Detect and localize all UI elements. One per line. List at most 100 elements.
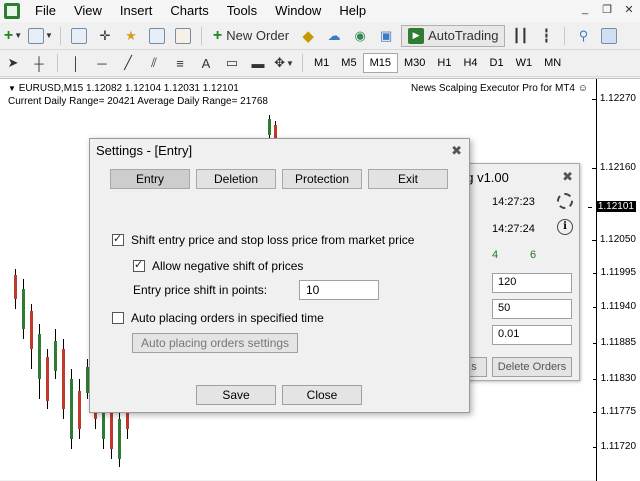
tf-mn[interactable]: MN [538,53,567,73]
price-label: 1.11940 [592,301,636,312]
arrows-button[interactable]: ✥ ▼ [273,52,295,74]
tf-m1[interactable]: M1 [308,53,335,73]
candle-body [110,409,113,449]
data-window-button[interactable]: ✛ [94,25,116,47]
auto-place-label: Auto placing orders in specified time [131,311,324,325]
candle-body [78,391,81,429]
metaeditor-button[interactable]: ◆ [297,25,319,47]
ea-input-1[interactable]: 120 [492,273,572,293]
auto-place-row[interactable]: Auto placing orders in specified time [112,311,324,325]
menu-view[interactable]: View [65,0,111,22]
close-button[interactable]: Close [282,385,362,405]
separator [57,54,58,72]
arrows-icon: ✥ [274,55,285,70]
play-icon: ▶ [408,27,425,44]
tab-exit[interactable]: Exit [368,169,448,189]
tf-w1[interactable]: W1 [510,53,539,73]
tf-h4[interactable]: H4 [457,53,483,73]
vps-button[interactable]: ◉ [349,25,371,47]
metaeditor-icon: ◆ [302,27,314,45]
strategy-tester-button[interactable] [172,25,194,47]
crosshair-icon: ┼ [34,55,44,71]
tf-m5[interactable]: M5 [335,53,362,73]
signals-button[interactable]: ☁ [323,25,345,47]
menu-tools[interactable]: Tools [218,0,266,22]
tab-deletion[interactable]: Deletion [196,169,276,189]
equidistant-channel-button[interactable]: ⫽ [143,52,165,74]
market-button[interactable]: ▣ [375,25,397,47]
cursor-button[interactable]: ➤ [2,52,24,74]
price-label: 1.12160 [591,162,636,173]
menu-charts[interactable]: Charts [161,0,217,22]
count-value: 4 [492,249,499,261]
tab-entry[interactable]: Entry [110,169,190,189]
menu-help[interactable]: Help [330,0,375,22]
delete-orders-button[interactable]: Delete Orders [492,357,572,377]
menu-insert[interactable]: Insert [111,0,162,22]
community-icon [601,27,618,44]
autotrading-button[interactable]: ▶ AutoTrading [401,24,506,47]
ea-input-2[interactable]: 50 [492,299,572,319]
text-button[interactable]: A [195,52,217,74]
tf-h1[interactable]: H1 [431,53,457,73]
zoom-button[interactable]: ⚲ [572,25,594,47]
community-button[interactable] [598,25,620,47]
allow-negative-row[interactable]: Allow negative shift of prices [133,258,303,273]
save-button[interactable]: Save [196,385,276,405]
candle-chart-button[interactable]: ┇ [535,25,557,47]
menu-window[interactable]: Window [266,0,330,22]
tf-m30[interactable]: M30 [398,53,431,73]
shift-entry-row[interactable]: Shift entry price and stop loss price fr… [112,232,414,247]
profiles-button[interactable]: ▼ [28,25,53,47]
new-chart-button[interactable]: + ▼ [2,25,24,47]
minimize-icon[interactable]: _ [578,3,592,16]
gear-icon[interactable] [557,193,573,209]
restore-icon[interactable]: ❐ [600,3,614,16]
trendline-button[interactable]: ╱ [117,52,139,74]
market-icon: ▣ [379,27,393,43]
price-label: 1.11995 [592,267,636,278]
dialog-title: Settings - [Entry] [96,143,193,158]
info-icon[interactable]: i [557,219,573,235]
fibonacci-button[interactable]: ≡ [169,52,191,74]
new-order-button[interactable]: + New Order [209,25,293,47]
shift-points-input[interactable]: 10 [299,280,379,300]
allow-negative-checkbox[interactable] [133,258,145,272]
bar-chart-button[interactable]: ┃┃ [509,25,531,47]
ea-input-3[interactable]: 0.01 [492,325,572,345]
crosshair-button[interactable]: ┼ [28,52,50,74]
auto-place-settings-button[interactable]: Auto placing orders settings [132,333,298,353]
terminal-button[interactable] [146,25,168,47]
tf-d1[interactable]: D1 [484,53,510,73]
label-icon: ▭ [225,55,239,70]
market-watch-button[interactable] [68,25,90,47]
rectangle-button[interactable]: ▬ [247,52,269,74]
price-label: 1.11830 [592,373,636,384]
price-label: 1.11775 [592,406,636,417]
price-axis: 1.12270 1.12160 1.12101 1.12050 1.11995 … [587,79,640,481]
settings-dialog: Settings - [Entry] ✖ Entry Deletion Prot… [89,138,470,413]
candle-body [62,349,65,409]
candle-body [118,419,121,459]
menu-file[interactable]: File [26,0,65,22]
tf-m15[interactable]: M15 [362,53,398,73]
star-icon: ★ [125,27,137,43]
vps-icon: ◉ [354,27,366,43]
shift-entry-checkbox[interactable] [112,232,124,246]
horizontal-line-icon: ─ [97,55,107,71]
profiles-icon [28,27,44,44]
close-icon[interactable]: ✖ [451,143,462,159]
navigator-button[interactable]: ★ [120,25,142,47]
close-icon[interactable]: ✕ [622,3,636,16]
current-price-label: 1.12101 [587,201,636,212]
app-icon[interactable] [4,3,20,19]
auto-place-checkbox[interactable] [112,312,124,324]
horizontal-line-button[interactable]: ─ [91,52,113,74]
range-line: Current Daily Range= 20421 Average Daily… [8,96,268,107]
autotrading-label: AutoTrading [428,28,499,43]
close-icon[interactable]: ✖ [562,169,573,185]
count-value: 6 [530,249,537,261]
vertical-line-button[interactable]: │ [65,52,87,74]
tab-protection[interactable]: Protection [282,169,362,189]
label-button[interactable]: ▭ [221,52,243,74]
